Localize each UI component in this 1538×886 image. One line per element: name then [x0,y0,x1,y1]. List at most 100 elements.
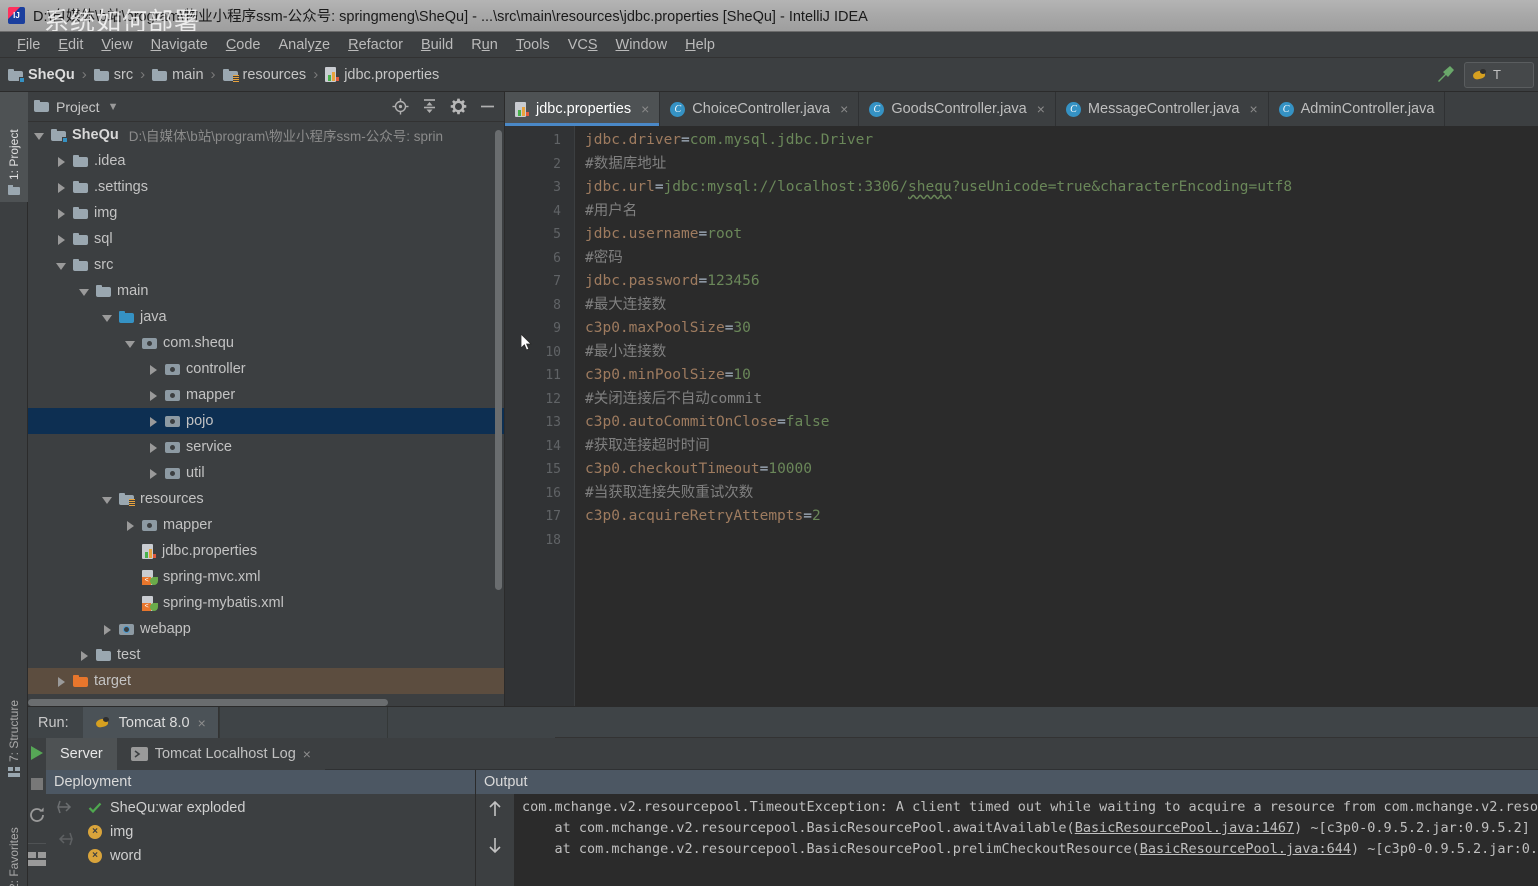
menu-tools[interactable]: Tools [507,35,559,55]
deployment-row[interactable]: SheQu:war exploded [84,796,475,820]
collapse-arrows-icon[interactable] [56,831,74,849]
deployment-row[interactable]: × img [84,820,475,844]
arrow-down-icon[interactable] [486,836,504,854]
breadcrumb-item-main[interactable]: main [152,67,204,83]
chevron-right-icon[interactable] [56,676,67,687]
close-icon[interactable]: × [303,746,311,762]
tree-row-com-shequ[interactable]: com.shequ [28,330,504,356]
rerun-play-icon[interactable] [28,744,46,762]
chevron-right-icon[interactable] [56,182,67,193]
tree-row-settings[interactable]: .settings [28,174,504,200]
tree-row-main[interactable]: main [28,278,504,304]
menu-refactor[interactable]: Refactor [339,35,412,55]
breadcrumb-item-src[interactable]: src [93,67,133,83]
close-icon[interactable]: × [641,101,649,117]
close-icon[interactable]: × [1249,101,1257,117]
chevron-right-icon[interactable] [148,364,159,375]
run-tab-tomcat[interactable]: Tomcat 8.0 × [82,707,219,738]
expand-arrows-icon[interactable] [56,799,74,817]
menu-help[interactable]: Help [676,35,724,55]
menu-code[interactable]: Code [217,35,270,55]
chevron-down-icon[interactable] [79,286,90,297]
run-configuration-selector[interactable]: T [1464,61,1534,88]
tree-row-target[interactable]: target [28,668,504,694]
tree-row-spring-mybatis-xml[interactable]: < spring-mybatis.xml [28,590,504,616]
breadcrumb-item-project[interactable]: SheQu [8,67,75,83]
tree-row-test[interactable]: test [28,642,504,668]
project-tree[interactable]: SheQu D:\自媒体\b站\program\物业小程序ssm-公众号: sp… [28,122,504,706]
sidebar-item-favorites[interactable]: 2: Favorites [0,792,28,886]
scrollbar-thumb[interactable] [28,699,388,706]
collapse-all-icon[interactable] [421,98,438,115]
code-editor[interactable]: 1 2 3 4 5 6 7 8 9 10 11 12 13 14 15 16 1… [505,126,1538,706]
tree-row-mapper-java[interactable]: mapper [28,382,504,408]
chevron-down-icon[interactable] [34,130,45,141]
chevron-right-icon[interactable] [125,520,136,531]
menu-build[interactable]: Build [412,35,462,55]
tree-row-img[interactable]: img [28,200,504,226]
menu-window[interactable]: Window [607,35,677,55]
breadcrumb-item-file[interactable]: jdbc.properties [325,67,439,83]
tab-messagecontroller-java[interactable]: C MessageController.java × [1056,92,1269,126]
breadcrumb-item-resources[interactable]: resources [222,67,306,83]
menu-navigate[interactable]: Navigate [142,35,217,55]
menu-view[interactable]: View [92,35,141,55]
stop-icon[interactable] [28,775,46,793]
tree-row-sql[interactable]: sql [28,226,504,252]
tree-row-controller[interactable]: controller [28,356,504,382]
sidebar-item-project[interactable]: 1: Project [0,92,28,202]
chevron-down-icon[interactable]: ▼ [108,101,119,113]
tree-row-webapp[interactable]: webapp [28,616,504,642]
tree-row-resources[interactable]: resources [28,486,504,512]
tree-row-project-root[interactable]: SheQu D:\自媒体\b站\program\物业小程序ssm-公众号: sp… [28,122,504,148]
project-tree-horizontal-scrollbar[interactable] [28,698,504,706]
chevron-right-icon[interactable] [148,442,159,453]
hide-icon[interactable] [479,98,496,115]
menu-analyze[interactable]: Analyze [270,35,340,55]
chevron-right-icon[interactable] [79,650,90,661]
tree-row-mapper-resources[interactable]: mapper [28,512,504,538]
sidebar-item-structure[interactable]: 7: Structure [0,672,28,784]
deployment-row[interactable]: × word [84,844,475,868]
menu-file[interactable]: File [8,35,49,55]
chevron-right-icon[interactable] [56,156,67,167]
chevron-down-icon[interactable] [56,260,67,271]
tree-row-spring-mvc-xml[interactable]: < spring-mvc.xml [28,564,504,590]
tree-row-src[interactable]: src [28,252,504,278]
tree-row-jdbc-properties[interactable]: jdbc.properties [28,538,504,564]
chevron-right-icon[interactable] [56,234,67,245]
hammer-icon[interactable] [1432,62,1458,88]
layout-icon[interactable] [28,843,46,867]
tree-row-java[interactable]: java [28,304,504,330]
project-tree-vertical-scrollbar[interactable] [495,130,502,590]
menu-edit[interactable]: Edit [49,35,92,55]
chevron-right-icon[interactable] [148,468,159,479]
chevron-right-icon[interactable] [56,208,67,219]
settings-gear-icon[interactable] [450,98,467,115]
close-icon[interactable]: × [840,101,848,117]
menu-vcs[interactable]: VCS [559,35,607,55]
tab-admincontroller-java[interactable]: C AdminController.java [1269,92,1446,126]
chevron-right-icon[interactable] [148,390,159,401]
stacktrace-link[interactable]: BasicResourcePool.java:1467 [1075,820,1294,836]
tree-row-service[interactable]: service [28,434,504,460]
arrow-up-icon[interactable] [486,800,504,818]
tree-row-pojo[interactable]: pojo [28,408,504,434]
chevron-right-icon[interactable] [148,416,159,427]
subtab-tomcat-localhost-log[interactable]: Tomcat Localhost Log × [117,738,325,770]
subtab-server[interactable]: Server [46,738,117,770]
output-console[interactable]: com.mchange.v2.resourcepool.TimeoutExcep… [514,794,1538,886]
menu-run[interactable]: Run [462,35,507,55]
chevron-down-icon[interactable] [102,494,113,505]
restart-icon[interactable] [28,806,46,824]
tab-goodscontroller-java[interactable]: C GoodsController.java × [859,92,1056,126]
close-icon[interactable]: × [1037,101,1045,117]
code-lines[interactable]: jdbc.driver=com.mysql.jdbc.Driver #数据库地址… [575,126,1538,706]
tab-jdbc-properties[interactable]: jdbc.properties × [505,92,661,126]
locate-icon[interactable] [392,98,409,115]
tree-row-idea[interactable]: .idea [28,148,504,174]
close-icon[interactable]: × [198,715,206,731]
tab-choicecontroller-java[interactable]: C ChoiceController.java × [660,92,860,126]
deployment-list[interactable]: SheQu:war exploded × img × word [84,794,475,886]
tree-row-util[interactable]: util [28,460,504,486]
